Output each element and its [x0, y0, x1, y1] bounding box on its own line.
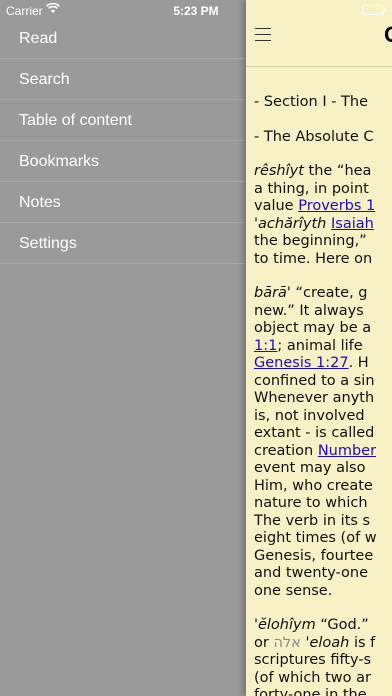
text-line: new.” It always [254, 303, 392, 321]
status-bar: Carrier 5:23 PM [0, 0, 392, 22]
text-line: one sense. [254, 583, 392, 601]
text-span: ; animal life [277, 337, 363, 354]
text-span: extant - is called [254, 425, 375, 441]
text-span: “create, g [290, 285, 368, 301]
commentary-paragraph: rêshîyt the “hea a thing, in point value P… [254, 163, 392, 268]
text-line: 'ĕlohîym “God.” [254, 617, 392, 635]
text-span: scriptures fifty-s [254, 652, 372, 668]
scripture-reference-link[interactable]: Proverbs 1 [298, 198, 375, 214]
text-span: nature to which [254, 495, 368, 511]
scripture-reference-link[interactable]: Genesis 1:27 [254, 355, 349, 371]
text-span: new.” It always [254, 302, 364, 319]
text-span: is f [349, 634, 376, 651]
text-line: forty-one in the [254, 687, 392, 696]
text-line: confined to a sin [254, 373, 392, 391]
text-span: forty-one in the [254, 687, 367, 696]
menu-item-notes[interactable]: Notes [0, 182, 246, 223]
section-subheading: - The Absolute C [254, 128, 374, 145]
scripture-reference-link[interactable]: Isaiah [331, 216, 374, 232]
text-span: (of which two ar [254, 669, 371, 686]
menu-item-search[interactable]: Search [0, 59, 246, 100]
text-line: The verb in its s [254, 513, 392, 531]
battery-icon [362, 5, 386, 15]
reader-title: G [384, 22, 392, 48]
commentary-paragraphs: rêshîyt the “hea a thing, in point value P… [254, 163, 392, 696]
text-line: eight times (of w [254, 530, 392, 548]
text-span: Him, who create [254, 477, 373, 494]
text-span: and twenty-one [254, 565, 369, 581]
text-line: a thing, in point [254, 181, 392, 199]
text-line: is, not involved [254, 408, 392, 426]
text-line: 1:1; animal life [254, 338, 392, 356]
text-line: Whenever anyth [254, 390, 392, 408]
text-line: value Proverbs 1 [254, 198, 392, 216]
hebrew-term: 'ĕlohîym [254, 617, 316, 633]
menu-item-read[interactable]: Read [0, 18, 246, 59]
text-line: Genesis, fourtee [254, 548, 392, 566]
menu-item-bookmarks[interactable]: Bookmarks [0, 141, 246, 182]
text-line: bārā' “create, g [254, 285, 392, 303]
side-menu: Read Search Table of content Bookmarks N… [0, 18, 246, 696]
text-line: rêshîyt the “hea [254, 163, 392, 181]
text-span: “God.” [315, 617, 369, 633]
hebrew-term: 'achărîyth [254, 215, 331, 232]
text-span: creation [254, 442, 318, 459]
text-span: or [254, 634, 274, 651]
text-line: Him, who create [254, 478, 392, 496]
hebrew-term: 'eloah [305, 634, 350, 651]
text-span: confined to a sin [254, 372, 375, 389]
scripture-reference-link[interactable]: Number [318, 443, 376, 459]
section-heading: - Section I - The [254, 94, 369, 110]
reader-content: - Section I - The - The Absolute C rêshî… [246, 67, 392, 696]
status-time: 5:23 PM [173, 4, 219, 18]
text-line: extant - is called [254, 425, 392, 443]
text-line: and twenty-one [254, 565, 392, 583]
text-span: event may also [254, 460, 366, 476]
text-span: is, not involved [254, 407, 365, 424]
text-span: The verb in its s [254, 512, 371, 529]
text-line: nature to which [254, 495, 392, 513]
text-line: Genesis 1:27. H [254, 355, 392, 373]
text-span: Genesis, fourtee [254, 547, 374, 564]
text-span: a thing, in point [254, 180, 369, 197]
text-span: to time. Here on [254, 250, 373, 267]
text-span: one sense. [254, 582, 333, 599]
text-line: event may also [254, 460, 392, 478]
menu-item-settings[interactable]: Settings [0, 223, 246, 264]
scripture-reference-link[interactable]: 1:1 [254, 338, 277, 354]
text-line: creation Number [254, 443, 392, 461]
commentary-paragraph: 'ĕlohîym “God.” or אלה 'eloah is f scriptu… [254, 617, 392, 696]
text-line: 'achărîyth Isaiah [254, 216, 392, 234]
hebrew-term: bārā' [254, 285, 291, 301]
hamburger-menu-icon[interactable] [255, 28, 271, 41]
text-span: the “hea [303, 163, 372, 179]
text-span: eight times (of w [254, 530, 377, 546]
hebrew-term: rêshîyt [254, 163, 304, 179]
text-span: . H [348, 355, 369, 371]
text-line: object may be a [254, 320, 392, 338]
text-span: object may be a [254, 320, 372, 336]
text-span: the beginning,” [254, 233, 367, 249]
reader-panel: G - Section I - The - The Absolute C rês… [246, 0, 392, 696]
menu-item-table-of-content[interactable]: Table of content [0, 100, 246, 141]
text-line: (of which two ar [254, 670, 392, 688]
text-line: or אלה 'eloah is f [254, 635, 392, 653]
text-line: the beginning,” [254, 233, 392, 251]
text-line: scriptures fifty-s [254, 652, 392, 670]
hebrew-script: אלה [273, 634, 301, 651]
text-line: to time. Here on [254, 251, 392, 269]
text-span: value [254, 198, 299, 214]
text-span: Whenever anyth [254, 390, 375, 406]
commentary-paragraph: bārā' “create, g new.” It always object ma… [254, 285, 392, 600]
